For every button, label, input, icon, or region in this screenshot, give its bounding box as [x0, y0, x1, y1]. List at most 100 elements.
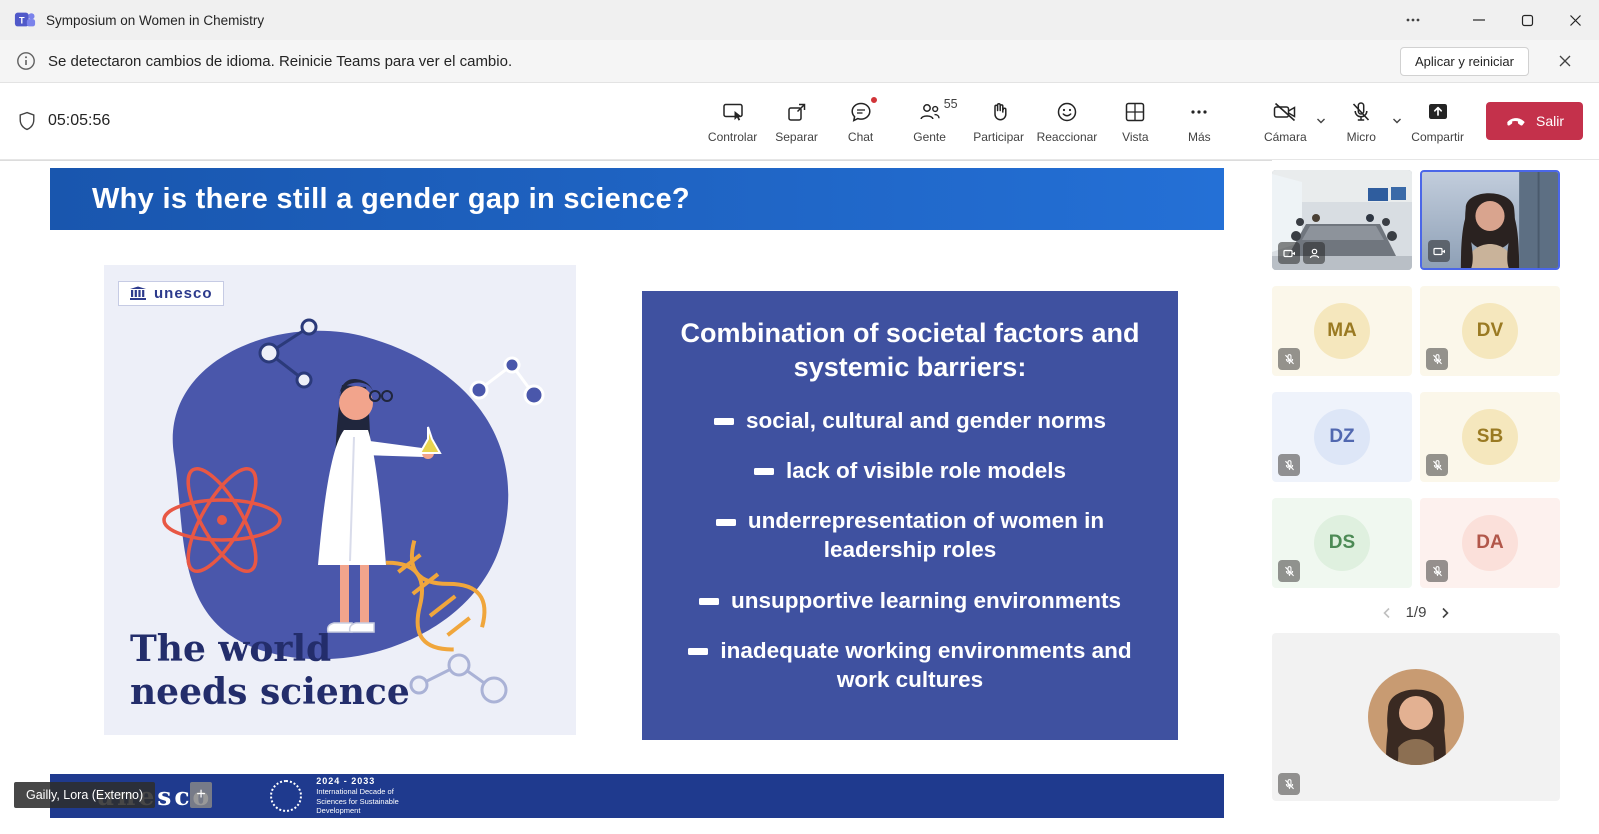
window-titlebar: T Symposium on Women in Chemistry	[0, 0, 1599, 40]
decade-line-2: Sciences for Sustainable	[316, 797, 399, 807]
mic-muted-icon	[1426, 348, 1448, 370]
participant-tile[interactable]: DS	[1272, 498, 1412, 588]
mic-muted-icon	[1278, 454, 1300, 476]
micro-label: Micro	[1347, 130, 1376, 144]
bullet-text: lack of visible role models	[786, 458, 1066, 483]
slide-header: Why is there still a gender gap in scien…	[50, 168, 1224, 230]
popout-icon	[785, 100, 809, 124]
react-smiley-icon	[1055, 100, 1079, 124]
camara-chevron-button[interactable]	[1315, 115, 1327, 127]
chat-button[interactable]: Chat	[831, 99, 891, 144]
add-overlay-button[interactable]: +	[190, 782, 212, 808]
participar-button[interactable]: Participar	[969, 99, 1029, 144]
bullet-item: social, cultural and gender norms	[660, 406, 1160, 435]
svg-text:T: T	[19, 15, 25, 25]
decade-years: 2024 - 2033	[316, 776, 399, 786]
room-video-tile[interactable]	[1272, 170, 1412, 270]
mas-button[interactable]: Más	[1169, 99, 1229, 144]
close-icon	[1569, 14, 1582, 27]
slide-footer: unesco 2024 - 2033 International Decade …	[50, 774, 1224, 818]
language-change-banner: Se detectaron cambios de idioma. Reinici…	[0, 40, 1599, 83]
participant-tile[interactable]: SB	[1420, 392, 1560, 482]
presenter-video-tile[interactable]	[1420, 170, 1560, 270]
camera-off-icon	[1272, 100, 1298, 124]
mic-muted-icon	[1426, 560, 1448, 582]
bullet-text: unsupportive learning environments	[731, 588, 1121, 613]
room-tile-badges	[1278, 242, 1325, 264]
bullet-dash	[714, 418, 734, 425]
maximize-button[interactable]	[1503, 0, 1551, 40]
presentation-slide: Why is there still a gender gap in scien…	[50, 168, 1224, 818]
mic-muted-icon	[1278, 773, 1300, 795]
participant-tile[interactable]: DZ	[1272, 392, 1412, 482]
page-indicator: 1/9	[1406, 604, 1427, 621]
mic-muted-icon	[1278, 560, 1300, 582]
slide-text-panel: Combination of societal factors and syst…	[642, 291, 1178, 740]
banner-message: Se detectaron cambios de idioma. Reinici…	[48, 53, 512, 70]
slide-caption: The world needs science	[130, 628, 410, 713]
apply-restart-button[interactable]: Aplicar y reiniciar	[1400, 47, 1529, 76]
bullet-text: inadequate working environments and work…	[720, 638, 1131, 692]
slide-title: Why is there still a gender gap in scien…	[92, 183, 690, 216]
camara-button[interactable]: Cámara	[1255, 99, 1315, 144]
unesco-temple-icon	[129, 286, 147, 301]
presenter-tile-badges	[1428, 240, 1450, 262]
participant-tile[interactable]: DV	[1420, 286, 1560, 376]
vista-button[interactable]: Vista	[1105, 99, 1165, 144]
bullet-dash	[716, 519, 736, 526]
camera-switch-icon[interactable]	[1428, 240, 1450, 262]
decade-logo-circle	[270, 780, 302, 812]
participants-sidebar: MA DV DZ SB DS	[1272, 160, 1599, 834]
maximize-icon	[1521, 14, 1534, 27]
teams-logo-icon: T	[14, 9, 36, 31]
participant-count: 55	[944, 97, 958, 111]
reaccionar-button[interactable]: Reaccionar	[1033, 99, 1102, 144]
bullet-item: unsupportive learning environments	[660, 586, 1160, 615]
minimize-icon	[1472, 13, 1486, 27]
camera-switch-icon[interactable]	[1278, 242, 1300, 264]
meeting-timer-group: 05:05:56	[16, 110, 110, 132]
initials-avatar: DS	[1314, 515, 1370, 571]
hangup-icon	[1505, 110, 1527, 132]
people-view-icon[interactable]	[1303, 242, 1325, 264]
prev-page-button[interactable]	[1380, 606, 1394, 620]
titlebar-more-button[interactable]	[1389, 0, 1437, 40]
micro-chevron-button[interactable]	[1391, 115, 1403, 127]
compartir-button[interactable]: Compartir	[1407, 99, 1468, 144]
participant-tile-grid: MA DV DZ SB DS	[1272, 170, 1560, 588]
presenter-name-tag: Gailly, Lora (Externo)	[14, 782, 155, 808]
participant-tile[interactable]: DA	[1420, 498, 1560, 588]
initials-avatar: DV	[1462, 303, 1518, 359]
compartir-label: Compartir	[1411, 130, 1464, 144]
camara-label: Cámara	[1264, 130, 1307, 144]
separar-label: Separar	[775, 130, 818, 144]
mas-label: Más	[1188, 130, 1211, 144]
tile-pagination: 1/9	[1272, 604, 1560, 621]
caption-line-2: needs science	[130, 671, 410, 713]
panel-heading: Combination of societal factors and syst…	[660, 317, 1160, 385]
banner-close-button[interactable]	[1547, 43, 1583, 79]
caption-line-1: The world	[130, 628, 410, 670]
salir-button[interactable]: Salir	[1486, 102, 1583, 140]
separar-button[interactable]: Separar	[767, 99, 827, 144]
close-icon	[1558, 54, 1572, 68]
close-window-button[interactable]	[1551, 0, 1599, 40]
control-screen-icon	[721, 100, 745, 124]
initials-avatar: SB	[1462, 409, 1518, 465]
unesco-illustration-card: unesco The world needs science	[104, 265, 576, 735]
participant-tile[interactable]: MA	[1272, 286, 1412, 376]
controlar-button[interactable]: Controlar	[703, 99, 763, 144]
bullet-item: lack of visible role models	[660, 456, 1160, 485]
meeting-timer: 05:05:56	[48, 112, 110, 130]
initials-avatar: DA	[1462, 515, 1518, 571]
gente-button[interactable]: 55 Gente	[895, 99, 965, 144]
bullet-dash	[688, 648, 708, 655]
reaccionar-label: Reaccionar	[1037, 130, 1098, 144]
initials-avatar: DZ	[1314, 409, 1370, 465]
chevron-down-icon	[1315, 115, 1327, 127]
next-page-button[interactable]	[1438, 606, 1452, 620]
minimize-button[interactable]	[1455, 0, 1503, 40]
bottom-video-tile[interactable]	[1272, 633, 1560, 801]
bullet-text: underrepresentation of women in leadersh…	[748, 508, 1104, 562]
micro-button[interactable]: Micro	[1331, 99, 1391, 144]
